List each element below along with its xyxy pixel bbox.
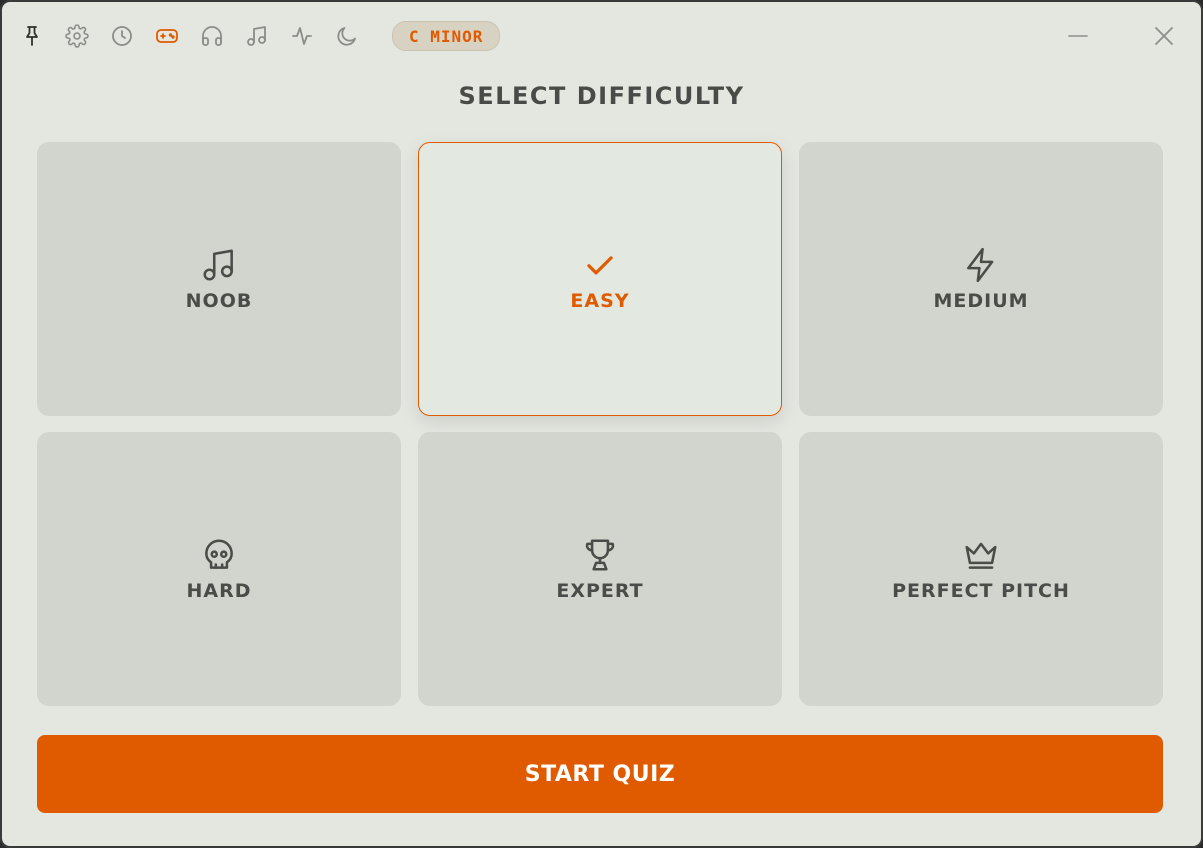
pin-icon[interactable] — [18, 22, 46, 50]
page-title: SELECT DIFFICULTY — [458, 82, 745, 110]
gamepad-icon[interactable] — [153, 22, 181, 50]
skull-icon — [200, 536, 238, 574]
title-bar: C MINOR — [2, 2, 1201, 70]
difficulty-card-noob[interactable]: NOOB — [37, 142, 401, 416]
difficulty-card-easy[interactable]: EASY — [418, 142, 782, 416]
trophy-icon — [581, 536, 619, 574]
minimize-icon[interactable] — [1062, 20, 1094, 52]
gear-icon[interactable] — [63, 22, 91, 50]
app-window: C MINOR SELECT DIFFICULTY NOOB EASY MEDI… — [0, 0, 1203, 848]
difficulty-card-hard[interactable]: HARD — [37, 432, 401, 706]
difficulty-label: MEDIUM — [933, 290, 1029, 312]
difficulty-card-perfect-pitch[interactable]: PERFECT PITCH — [799, 432, 1163, 706]
difficulty-label: PERFECT PITCH — [892, 580, 1070, 602]
music-note-icon — [200, 246, 238, 284]
difficulty-label: EXPERT — [556, 580, 644, 602]
close-icon[interactable] — [1148, 20, 1180, 52]
difficulty-label: EASY — [570, 290, 630, 312]
lightning-icon — [962, 246, 1000, 284]
difficulty-card-expert[interactable]: EXPERT — [418, 432, 782, 706]
difficulty-card-medium[interactable]: MEDIUM — [799, 142, 1163, 416]
difficulty-label: NOOB — [185, 290, 253, 312]
start-quiz-button[interactable]: START QUIZ — [37, 735, 1163, 813]
difficulty-grid: NOOB EASY MEDIUM HARD EXPERT PERFECT PIT… — [37, 142, 1163, 706]
moon-icon[interactable] — [333, 22, 361, 50]
clock-icon[interactable] — [108, 22, 136, 50]
music-note-icon[interactable] — [243, 22, 271, 50]
crown-icon — [962, 536, 1000, 574]
checkmark-icon — [581, 246, 619, 284]
activity-icon[interactable] — [288, 22, 316, 50]
headphones-icon[interactable] — [198, 22, 226, 50]
difficulty-label: HARD — [186, 580, 252, 602]
key-badge[interactable]: C MINOR — [392, 21, 501, 51]
